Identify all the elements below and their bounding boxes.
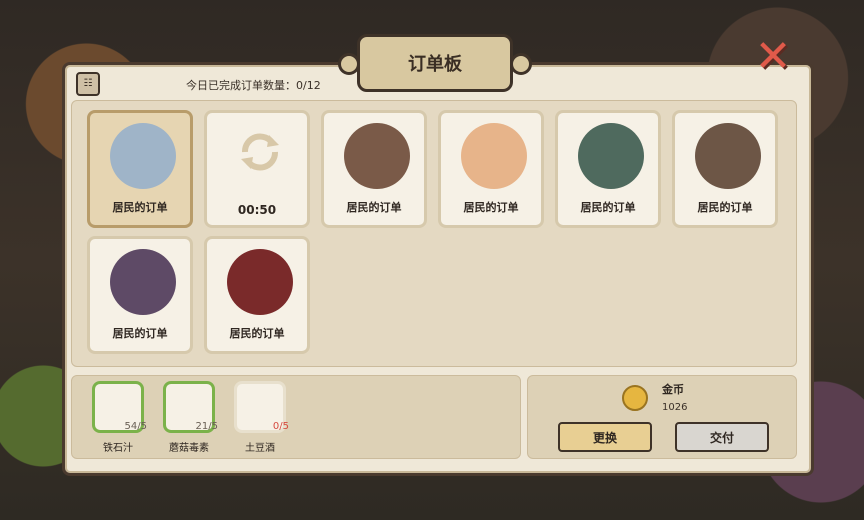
item-quantity: 54/5 <box>124 421 147 432</box>
required-item[interactable]: 54/5 铁石汁 <box>92 381 147 454</box>
coin-label: 金币 <box>662 383 684 396</box>
refresh-icon <box>241 133 279 171</box>
title-plate: 订单板 <box>338 34 532 92</box>
resident-avatar <box>110 123 176 189</box>
order-label: 居民的订单 <box>229 327 285 340</box>
resident-avatar <box>344 123 410 189</box>
resident-avatar <box>227 249 293 315</box>
required-item[interactable]: 21/5 蘑菇毒素 <box>163 381 218 454</box>
potato-wine-icon: 0/5 <box>234 381 289 433</box>
order-card[interactable]: 00:50 <box>204 110 310 228</box>
order-label: 居民的订单 <box>346 201 402 214</box>
coin-value: 1026 <box>662 402 688 413</box>
resident-avatar <box>110 249 176 315</box>
resident-avatar <box>695 123 761 189</box>
close-icon[interactable]: ✕ <box>751 35 795 79</box>
completed-orders-counter: 今日已完成订单数量：0/12 <box>186 79 321 92</box>
item-quantity: 21/5 <box>195 421 218 432</box>
required-item[interactable]: 0/5 土豆酒 <box>234 381 289 454</box>
menu-list-icon[interactable]: ☷ <box>76 72 100 96</box>
item-name: 土豆酒 <box>245 443 275 454</box>
order-card[interactable]: 居民的订单 <box>672 110 778 228</box>
resident-avatar <box>578 123 644 189</box>
order-label: 居民的订单 <box>463 201 519 214</box>
order-card[interactable]: 居民的订单 <box>87 110 193 228</box>
iron-juice-icon: 54/5 <box>92 381 147 433</box>
item-name: 铁石汁 <box>103 443 133 454</box>
item-quantity: 0/5 <box>272 421 289 432</box>
order-timer: 00:50 <box>237 203 277 217</box>
replace-button[interactable]: 更换 <box>558 422 652 452</box>
reward-panel: 金币 1026 更换 交付 <box>527 375 797 459</box>
coin-icon <box>622 385 648 411</box>
order-card[interactable]: 居民的订单 <box>204 236 310 354</box>
order-card[interactable]: 居民的订单 <box>438 110 544 228</box>
item-name: 蘑菇毒素 <box>169 443 209 454</box>
mushroom-toxin-icon: 21/5 <box>163 381 218 433</box>
deliver-button[interactable]: 交付 <box>675 422 769 452</box>
page-title: 订单板 <box>408 54 462 75</box>
order-label: 居民的订单 <box>697 201 753 214</box>
order-card[interactable]: 居民的订单 <box>87 236 193 354</box>
order-label: 居民的订单 <box>112 201 168 214</box>
order-card[interactable]: 居民的订单 <box>555 110 661 228</box>
resident-avatar <box>461 123 527 189</box>
order-label: 居民的订单 <box>112 327 168 340</box>
order-label: 居民的订单 <box>580 201 636 214</box>
order-card[interactable]: 居民的订单 <box>321 110 427 228</box>
